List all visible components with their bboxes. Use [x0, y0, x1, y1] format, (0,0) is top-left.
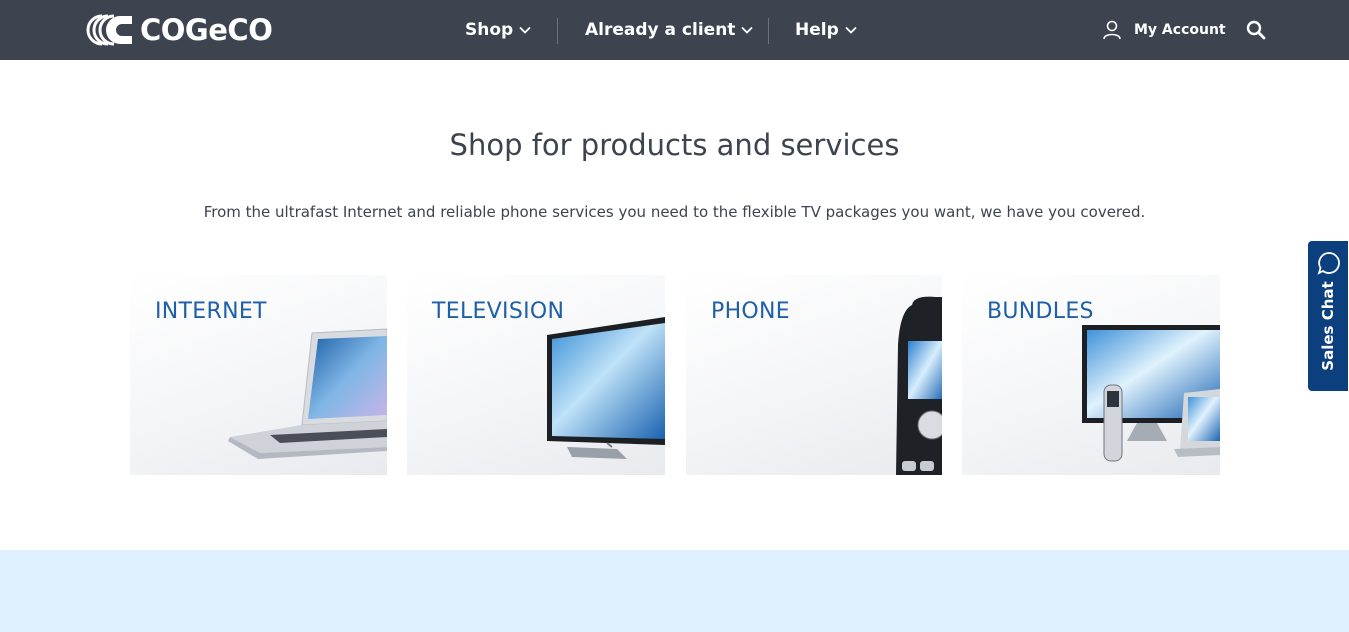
user-icon [1103, 20, 1121, 40]
card-internet[interactable]: INTERNET [130, 275, 387, 475]
nav-divider [768, 18, 769, 44]
sales-chat-button[interactable]: Sales Chat [1308, 241, 1348, 391]
chat-bubble-icon [1317, 252, 1340, 275]
card-phone[interactable]: PHONE [686, 275, 942, 475]
chevron-down-icon [845, 26, 857, 34]
card-bundles-label: BUNDLES [987, 299, 1094, 324]
logo-wordmark: COGeCO [140, 13, 273, 47]
nav-already-a-client[interactable]: Already a client [585, 0, 754, 60]
bottom-section-band [0, 550, 1349, 632]
card-television-label: TELEVISION [432, 299, 565, 324]
sales-chat-label: Sales Chat [1319, 281, 1337, 371]
card-television[interactable]: TELEVISION [407, 275, 665, 475]
card-bundles[interactable]: BUNDLES [962, 275, 1220, 475]
nav-already-a-client-label: Already a client [585, 20, 736, 40]
my-account-label: My Account [1134, 22, 1226, 38]
chevron-down-icon [519, 26, 531, 34]
nav-help-label: Help [795, 20, 839, 40]
top-navigation-bar: COGeCO Shop Already a client Help My Acc… [0, 0, 1349, 60]
nav-shop-label: Shop [465, 20, 514, 40]
search-icon [1246, 20, 1266, 40]
nav-divider [557, 18, 558, 44]
card-internet-label: INTERNET [155, 299, 267, 324]
nav-help[interactable]: Help [795, 0, 857, 60]
cogeco-logo-mark-icon [86, 14, 132, 46]
card-phone-label: PHONE [711, 299, 790, 324]
nav-shop[interactable]: Shop [465, 0, 531, 60]
chevron-down-icon [741, 26, 754, 34]
my-account-link[interactable]: My Account [1102, 0, 1226, 60]
search-button[interactable] [1246, 20, 1266, 44]
cogeco-logo[interactable]: COGeCO [86, 13, 273, 47]
page-subtitle: From the ultrafast Internet and reliable… [203, 203, 1146, 221]
page-title: Shop for products and services [449, 128, 900, 162]
